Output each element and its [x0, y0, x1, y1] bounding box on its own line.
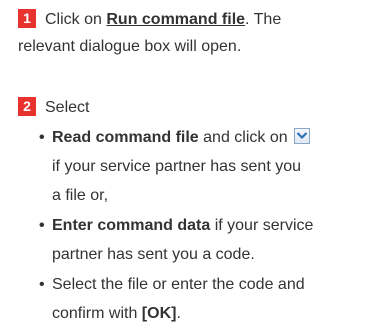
bullet-marker: •: [39, 276, 45, 293]
bullet-2-text-b: partner has sent you a code.: [52, 246, 255, 263]
ok-button-label: [OK]: [141, 305, 177, 322]
read-command-file-label: Read command file: [52, 129, 199, 146]
step-1-number-badge: 1: [18, 9, 36, 28]
step-2: 2 Select • Read command file and click o…: [18, 94, 367, 329]
step-1-text: Click on Run command file. The relevant …: [18, 6, 367, 60]
bullet-2-text-a: if your service: [210, 217, 314, 234]
step-2-heading: Select: [45, 99, 90, 116]
bullet-1-text-a: and click on: [198, 129, 293, 146]
bullet-3-text-c: .: [176, 305, 181, 322]
step-1-prefix: Click on: [45, 11, 107, 28]
bullet-marker: •: [39, 217, 45, 234]
step-2-number-badge: 2: [18, 97, 36, 116]
step-1-suffix: . The: [245, 11, 282, 28]
bullet-3-text-a: Select the file or enter the code and: [52, 276, 305, 293]
enter-command-data-label: Enter command data: [52, 217, 211, 234]
bullet-marker: •: [39, 129, 45, 146]
run-command-file-link[interactable]: Run command file: [106, 11, 245, 28]
step-2-bullet-list: • Read command file and click on if your…: [18, 123, 367, 328]
bullet-3-text-b: confirm with: [52, 305, 142, 322]
bullet-enter-command-data: • Enter command data if your service par…: [39, 211, 367, 269]
bullet-1-text-c: a file or,: [52, 187, 109, 204]
step-1-line-2: relevant dialogue box will open.: [18, 38, 242, 55]
bullet-1-text-b: if your service partner has sent you: [52, 158, 302, 175]
bullet-select-file: • Select the file or enter the code and …: [39, 270, 367, 328]
chevron-down-icon[interactable]: [294, 128, 311, 144]
step-1: 1 Click on Run command file. The relevan…: [18, 6, 367, 60]
bullet-read-command-file: • Read command file and click on if your…: [39, 123, 367, 210]
